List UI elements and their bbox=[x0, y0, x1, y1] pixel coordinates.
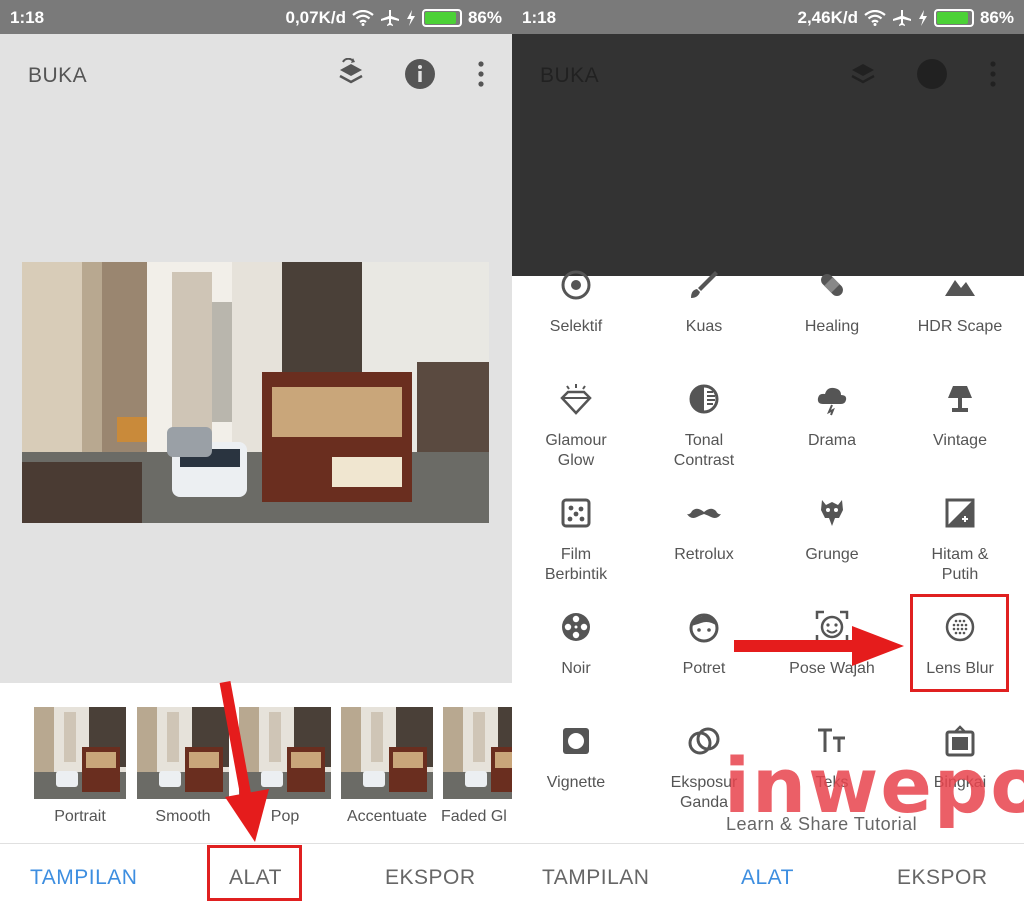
tool-bw[interactable]: Hitam & Putih bbox=[896, 496, 1024, 585]
tool-label: HDR Scape bbox=[917, 318, 1003, 335]
tool-lamp[interactable]: Vintage bbox=[896, 382, 1024, 451]
battery-fill bbox=[936, 12, 968, 24]
tool-mustache[interactable]: Retrolux bbox=[640, 496, 768, 565]
lamp-icon bbox=[948, 386, 972, 412]
charging-icon bbox=[406, 10, 415, 26]
tool-bandage[interactable]: Healing bbox=[768, 268, 896, 337]
tool-label: Selektif bbox=[549, 318, 603, 335]
charging-icon bbox=[918, 10, 927, 26]
bw-icon bbox=[945, 498, 975, 528]
filter-thumbnail[interactable] bbox=[341, 707, 433, 799]
tool-vignette[interactable]: Vignette bbox=[512, 724, 640, 793]
watermark-tagline: Learn & Share Tutorial bbox=[726, 814, 918, 834]
cloud-icon bbox=[817, 387, 847, 416]
tool-label: Tonal Contrast bbox=[673, 432, 735, 469]
status-bar: 1:18 2,46K/d 86% bbox=[512, 0, 1024, 34]
status-time: 1:18 bbox=[10, 8, 45, 27]
tool-label: Noir bbox=[561, 660, 591, 677]
status-time: 1:18 bbox=[522, 8, 557, 27]
grunge-icon bbox=[821, 500, 843, 526]
red-arrow-right bbox=[734, 626, 904, 666]
tool-mountain[interactable]: HDR Scape bbox=[896, 268, 1024, 337]
filter-thumbnail[interactable] bbox=[34, 707, 126, 799]
filter-preview-image bbox=[341, 707, 433, 799]
tool-target[interactable]: Selektif bbox=[512, 268, 640, 337]
filter-thumbnail[interactable] bbox=[443, 707, 512, 799]
tool-grunge[interactable]: Grunge bbox=[768, 496, 896, 565]
app-bar: BUKA bbox=[0, 34, 512, 114]
street-photo bbox=[22, 262, 489, 523]
tool-label: Film Berbintik bbox=[544, 546, 608, 583]
tool-label: Glamour Glow bbox=[545, 432, 607, 469]
red-arrow-down bbox=[219, 681, 269, 842]
battery-fill bbox=[424, 12, 456, 24]
airplane-icon bbox=[892, 10, 911, 26]
battery-icon bbox=[421, 9, 462, 27]
more-vert-icon bbox=[990, 61, 996, 87]
tool-label: Vignette bbox=[546, 774, 606, 791]
diamond-icon bbox=[560, 384, 592, 415]
app-bar-dimmed: BUKA bbox=[512, 34, 1024, 114]
network-speed: 2,46K/d bbox=[797, 8, 858, 27]
battery-percent: 86% bbox=[979, 8, 1014, 27]
filter-label: Accentuate bbox=[346, 808, 428, 825]
bottom-nav: TAMPILAN ALAT EKSPOR bbox=[512, 843, 1024, 910]
tab-tampilan[interactable]: TAMPILAN bbox=[542, 866, 649, 890]
open-button[interactable]: BUKA bbox=[28, 64, 87, 88]
left-screen: 1:18 0,07K/d 86% BUKA Portrait Smooth Po… bbox=[0, 0, 512, 910]
tool-diamond[interactable]: Glamour Glow bbox=[512, 382, 640, 471]
highlight-box-alat bbox=[207, 845, 302, 901]
tool-tonal[interactable]: Tonal Contrast bbox=[640, 382, 768, 471]
mustache-icon bbox=[687, 508, 721, 518]
more-vert-icon[interactable] bbox=[465, 58, 497, 90]
face-icon bbox=[689, 613, 719, 643]
network-speed: 0,07K/d bbox=[285, 8, 346, 27]
tool-grain[interactable]: Film Berbintik bbox=[512, 496, 640, 585]
tab-tampilan[interactable]: TAMPILAN bbox=[30, 866, 137, 890]
wifi-icon bbox=[864, 10, 886, 26]
filter-preview-image bbox=[443, 707, 512, 799]
tool-brush[interactable]: Kuas bbox=[640, 268, 768, 337]
tool-label: Grunge bbox=[805, 546, 859, 563]
tool-label: Drama bbox=[807, 432, 856, 449]
highlight-box-lens-blur bbox=[910, 594, 1009, 692]
tab-ekspor[interactable]: EKSPOR bbox=[897, 866, 988, 890]
tool-film-reel[interactable]: Noir bbox=[512, 610, 640, 679]
tool-cloud[interactable]: Drama bbox=[768, 382, 896, 451]
bandage-icon bbox=[821, 274, 843, 296]
tool-label: Retrolux bbox=[674, 546, 734, 563]
status-bar: 1:18 0,07K/d 86% bbox=[0, 0, 512, 34]
tool-label: Kuas bbox=[685, 318, 723, 335]
airplane-icon bbox=[380, 10, 399, 26]
brush-icon bbox=[691, 271, 718, 298]
mountain-icon bbox=[945, 280, 975, 296]
stack-undo-icon bbox=[851, 64, 875, 84]
grain-icon bbox=[561, 498, 591, 528]
vignette-icon bbox=[563, 728, 589, 754]
tonal-icon bbox=[689, 384, 719, 414]
double-exposure-icon bbox=[688, 727, 720, 755]
film-reel-icon bbox=[562, 613, 590, 641]
tool-label: Hitam & Putih bbox=[931, 546, 989, 583]
tab-alat[interactable]: ALAT bbox=[741, 866, 794, 890]
info-icon bbox=[917, 59, 947, 89]
stack-undo-icon[interactable] bbox=[335, 58, 367, 90]
tool-label: Healing bbox=[804, 318, 860, 335]
filter-label: Faded Gl bbox=[441, 808, 507, 825]
filter-label: Portrait bbox=[54, 808, 106, 825]
target-icon bbox=[561, 270, 591, 300]
battery-percent: 86% bbox=[467, 8, 502, 27]
open-button: BUKA bbox=[540, 64, 600, 87]
dimmed-overlay[interactable]: BUKA bbox=[512, 34, 1024, 276]
battery-icon bbox=[933, 9, 974, 27]
tool-label: Vintage bbox=[933, 432, 987, 449]
wifi-icon bbox=[352, 10, 374, 26]
watermark: inwepo Learn & Share Tutorial bbox=[724, 746, 1024, 836]
info-icon[interactable] bbox=[404, 58, 436, 90]
filter-preview-image bbox=[34, 707, 126, 799]
tab-ekspor[interactable]: EKSPOR bbox=[385, 866, 476, 890]
